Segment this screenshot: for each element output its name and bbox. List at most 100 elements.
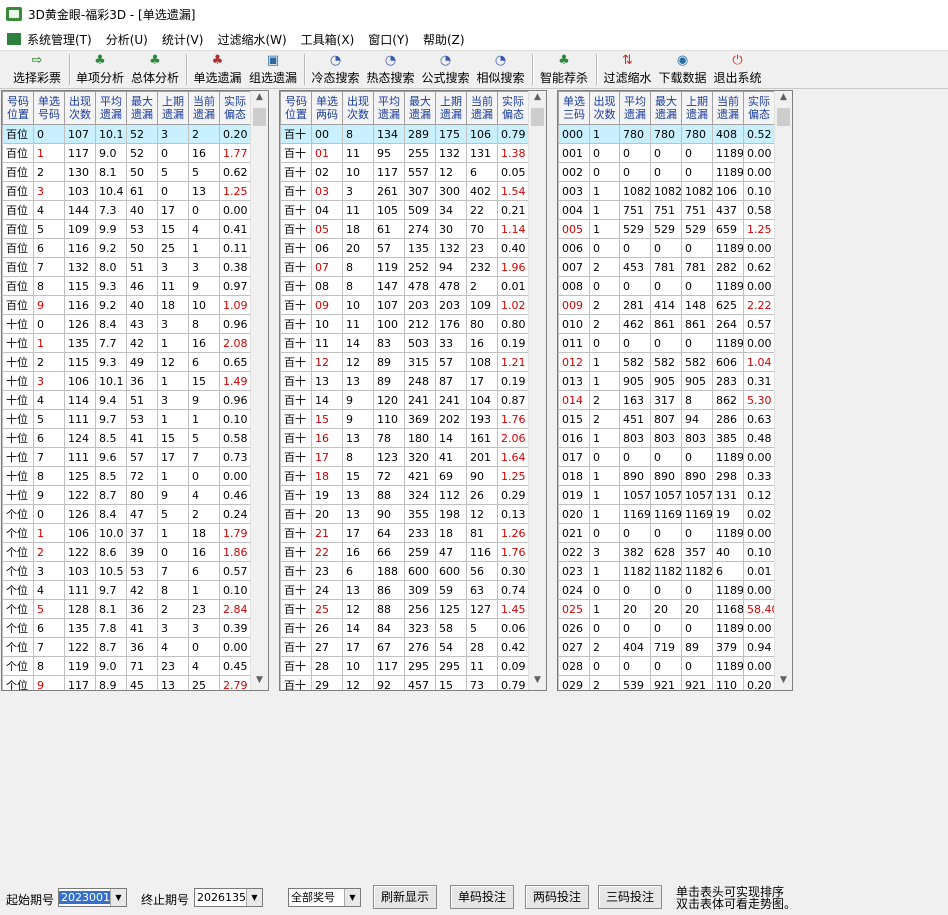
table-row[interactable]: 001 0 0 0 0 1189 0.00 — [558, 143, 775, 163]
table-row[interactable]: 个位 0 126 8.4 47 5 2 0.24 — [2, 504, 251, 524]
select-lottery-button[interactable]: ⇨ 选择彩票 — [10, 51, 64, 88]
table-row[interactable]: 005 1 529 529 529 659 1.25 — [558, 219, 775, 239]
table-row[interactable]: 百十 07 8 119 252 94 232 1.96 — [280, 257, 529, 277]
scroll-down-icon[interactable]: ▼ — [251, 675, 268, 689]
table-row[interactable]: 个位 2 122 8.6 39 0 16 1.86 — [2, 542, 251, 562]
table-row[interactable]: 个位 6 135 7.8 41 3 3 0.39 — [2, 618, 251, 638]
table-row[interactable]: 个位 4 111 9.7 42 8 1 0.10 — [2, 580, 251, 600]
table-row[interactable]: 百十 11 14 83 503 33 16 0.19 — [280, 333, 529, 353]
column-header[interactable]: 最大 遗漏 — [650, 91, 682, 125]
table-row[interactable]: 百十 28 10 117 295 295 11 0.09 — [280, 656, 529, 676]
table-row[interactable]: 018 1 890 890 890 298 0.33 — [558, 466, 775, 486]
column-header[interactable]: 出现 次数 — [589, 91, 620, 125]
smart-kill-button[interactable]: ♣ 智能荐杀 — [537, 51, 591, 88]
table-row[interactable]: 百位 6 116 9.2 50 25 1 0.11 — [2, 238, 251, 258]
table-row[interactable]: 014 2 163 317 8 862 5.30 — [558, 390, 775, 410]
table-row[interactable]: 百十 09 10 107 203 203 109 1.02 — [280, 295, 529, 315]
table-row[interactable]: 021 0 0 0 0 1189 0.00 — [558, 523, 775, 543]
column-header[interactable]: 单选 三码 — [558, 91, 590, 125]
chevron-down-icon[interactable]: ▼ — [344, 889, 360, 906]
column-header[interactable]: 单选 两码 — [311, 91, 343, 125]
table-row[interactable]: 百十 27 17 67 276 54 28 0.42 — [280, 637, 529, 657]
table-row[interactable]: 十位 6 124 8.5 41 15 5 0.58 — [2, 428, 251, 448]
table-row[interactable]: 百十 24 13 86 309 59 63 0.74 — [280, 580, 529, 600]
filter-shrink-button[interactable]: ⇅ 过滤缩水 — [601, 51, 654, 88]
scroll-thumb[interactable] — [253, 108, 266, 126]
table-row[interactable]: 007 2 453 781 781 282 0.62 — [558, 257, 775, 277]
table-row[interactable]: 十位 3 106 10.1 36 1 15 1.49 — [2, 371, 251, 391]
table-row[interactable]: 百十 00 8 134 289 175 106 0.79 — [280, 124, 529, 144]
column-header[interactable]: 出现 次数 — [342, 91, 374, 125]
table-row[interactable]: 个位 3 103 10.5 53 7 6 0.57 — [2, 561, 251, 581]
vertical-scrollbar[interactable]: ▲ ▼ — [528, 91, 546, 690]
end-issue-select[interactable]: 2026135 ▼ — [194, 888, 263, 907]
table-row[interactable]: 003 1 1082 1082 1082 106 0.10 — [558, 181, 775, 201]
table-row[interactable]: 百位 7 132 8.0 51 3 3 0.38 — [2, 257, 251, 277]
table-row[interactable]: 个位 9 117 8.9 45 13 25 2.79 — [2, 675, 251, 690]
table-row[interactable]: 百十 21 17 64 233 18 81 1.26 — [280, 523, 529, 543]
table-row[interactable]: 023 1 1182 1182 1182 6 0.01 — [558, 561, 775, 581]
table-row[interactable]: 011 0 0 0 0 1189 0.00 — [558, 333, 775, 353]
table-row[interactable]: 百十 18 15 72 421 69 90 1.25 — [280, 466, 529, 486]
table-row[interactable]: 000 1 780 780 780 408 0.52 — [558, 124, 775, 144]
table-row[interactable]: 017 0 0 0 0 1189 0.00 — [558, 447, 775, 467]
menu-filter[interactable]: 过滤缩水(W) — [217, 31, 286, 48]
table-row[interactable]: 百十 26 14 84 323 58 5 0.06 — [280, 618, 529, 638]
double-bet-button[interactable]: 两码投注 — [525, 885, 589, 909]
table-row[interactable]: 十位 7 111 9.6 57 17 7 0.73 — [2, 447, 251, 467]
menu-statistics[interactable]: 统计(V) — [162, 31, 204, 48]
table-row[interactable]: 022 3 382 628 357 40 0.10 — [558, 542, 775, 562]
table-row[interactable]: 006 0 0 0 0 1189 0.00 — [558, 238, 775, 258]
table-row[interactable]: 十位 4 114 9.4 51 3 9 0.96 — [2, 390, 251, 410]
single-analysis-button[interactable]: ♣ 单项分析 — [74, 51, 126, 88]
table-row[interactable]: 百位 5 109 9.9 53 15 4 0.41 — [2, 219, 251, 239]
table-row[interactable]: 008 0 0 0 0 1189 0.00 — [558, 276, 775, 296]
column-header[interactable]: 最大 遗漏 — [404, 91, 436, 125]
table-row[interactable]: 十位 1 135 7.7 42 1 16 2.08 — [2, 333, 251, 353]
table-row[interactable]: 028 0 0 0 0 1189 0.00 — [558, 656, 775, 676]
table-row[interactable]: 个位 8 119 9.0 71 23 4 0.45 — [2, 656, 251, 676]
table-row[interactable]: 010 2 462 861 861 264 0.57 — [558, 314, 775, 334]
prize-filter-select[interactable]: 全部奖号 ▼ — [288, 888, 361, 907]
menu-system[interactable]: 系统管理(T) — [27, 31, 92, 48]
scroll-down-icon[interactable]: ▼ — [775, 675, 792, 689]
column-header[interactable]: 上期 遗漏 — [157, 91, 189, 125]
refresh-button[interactable]: 刷新显示 — [373, 885, 437, 909]
column-header[interactable]: 号码 位置 — [280, 91, 312, 125]
formula-search-button[interactable]: ◔ 公式搜索 — [419, 51, 472, 88]
table-row[interactable]: 百十 12 12 89 315 57 108 1.21 — [280, 352, 529, 372]
table-row[interactable]: 百十 06 20 57 135 132 23 0.40 — [280, 238, 529, 258]
table-row[interactable]: 019 1 1057 1057 1057 131 0.12 — [558, 485, 775, 505]
scroll-thumb[interactable] — [531, 108, 544, 126]
table-row[interactable]: 百位 8 115 9.3 46 11 9 0.97 — [2, 276, 251, 296]
chevron-down-icon[interactable]: ▼ — [246, 889, 262, 906]
table-row[interactable]: 个位 5 128 8.1 36 2 23 2.84 — [2, 599, 251, 619]
column-header[interactable]: 最大 遗漏 — [126, 91, 158, 125]
table-row[interactable]: 百十 23 6 188 600 600 56 0.30 — [280, 561, 529, 581]
table-row[interactable]: 百十 20 13 90 355 198 12 0.13 — [280, 504, 529, 524]
column-header[interactable]: 当前 遗漏 — [466, 91, 498, 125]
column-header[interactable]: 号码 位置 — [2, 91, 34, 125]
single-bet-button[interactable]: 单码投注 — [450, 885, 514, 909]
scroll-thumb[interactable] — [777, 108, 790, 126]
table-row[interactable]: 009 2 281 414 148 625 2.22 — [558, 295, 775, 315]
group-miss-button[interactable]: ▣ 组选遗漏 — [246, 51, 300, 88]
scroll-up-icon[interactable]: ▲ — [529, 92, 546, 106]
table-row[interactable]: 015 2 451 807 94 286 0.63 — [558, 409, 775, 429]
table-row[interactable]: 029 2 539 921 921 110 0.20 — [558, 675, 775, 690]
table-row[interactable]: 百十 25 12 88 256 125 127 1.45 — [280, 599, 529, 619]
table-row[interactable]: 百十 22 16 66 259 47 116 1.76 — [280, 542, 529, 562]
column-header[interactable]: 当前 遗漏 — [188, 91, 220, 125]
table-row[interactable]: 百位 4 144 7.3 40 17 0 0.00 — [2, 200, 251, 220]
table-row[interactable]: 020 1 1169 1169 1169 19 0.02 — [558, 504, 775, 524]
column-header[interactable]: 平均 遗漏 — [373, 91, 405, 125]
table-row[interactable]: 百十 17 8 123 320 41 201 1.64 — [280, 447, 529, 467]
table-row[interactable]: 百十 16 13 78 180 14 161 2.06 — [280, 428, 529, 448]
table-row[interactable]: 026 0 0 0 0 1189 0.00 — [558, 618, 775, 638]
table-row[interactable]: 百十 10 11 100 212 176 80 0.80 — [280, 314, 529, 334]
vertical-scrollbar[interactable]: ▲ ▼ — [774, 91, 792, 690]
column-header[interactable]: 平均 遗漏 — [619, 91, 651, 125]
column-header[interactable]: 实际 偏态 — [219, 91, 251, 125]
table-row[interactable]: 百十 19 13 88 324 112 26 0.29 — [280, 485, 529, 505]
table-row[interactable]: 百位 2 130 8.1 50 5 5 0.62 — [2, 162, 251, 182]
